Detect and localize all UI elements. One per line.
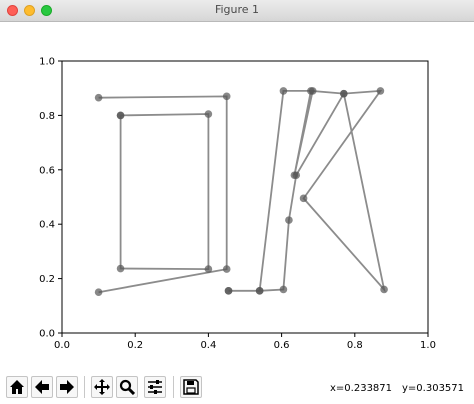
data-point <box>116 264 125 273</box>
x-coordinate-readout: x=0.233871 <box>330 383 393 394</box>
window-titlebar: Figure 1 <box>0 0 474 22</box>
forward-button[interactable] <box>56 376 78 398</box>
data-point <box>224 287 233 295</box>
forward-icon <box>60 380 74 394</box>
x-tick-label: 0.6 <box>274 340 290 351</box>
data-point <box>255 287 264 295</box>
zoom-button[interactable] <box>116 376 138 398</box>
x-tick-label: 0.4 <box>200 340 216 351</box>
plot-area[interactable]: 0.0 0.2 0.4 0.6 0.8 1.0 0.0 0.2 0.4 0.6 0.8 1.0 <box>0 22 474 367</box>
back-button[interactable] <box>31 376 53 398</box>
y-tick-label: 0.0 <box>39 329 55 340</box>
y-tick-label: 0.8 <box>39 111 55 122</box>
toolbar-separator <box>173 376 174 398</box>
configure-subplots-button[interactable] <box>144 376 166 398</box>
data-point <box>204 265 213 273</box>
y-tick-label: 0.6 <box>39 165 55 176</box>
data-point <box>204 110 213 118</box>
data-point <box>380 285 388 294</box>
data-point <box>94 288 103 297</box>
y-coordinate-readout: y=0.303571 <box>402 383 465 394</box>
data-point <box>222 92 231 101</box>
data-point <box>308 87 317 95</box>
save-icon <box>183 379 199 395</box>
data-point <box>299 194 308 203</box>
pan-button[interactable] <box>91 376 113 398</box>
save-button[interactable] <box>180 376 202 398</box>
data-point <box>279 87 288 95</box>
window-title: Figure 1 <box>214 3 260 16</box>
data-point <box>376 87 385 95</box>
data-point <box>94 93 103 102</box>
x-tick-label: 0.2 <box>127 340 143 351</box>
home-icon <box>10 380 24 394</box>
toolbar-separator <box>84 376 85 398</box>
x-tick-label: 0.0 <box>54 340 70 351</box>
zoom-icon <box>119 379 135 395</box>
data-point <box>285 216 293 224</box>
configure-icon <box>148 380 162 394</box>
back-icon <box>35 380 49 394</box>
home-button[interactable] <box>6 376 28 398</box>
y-tick-label: 1.0 <box>39 57 55 68</box>
y-tick-label: 0.4 <box>39 220 55 231</box>
x-tick-label: 0.8 <box>347 340 363 351</box>
data-point <box>116 111 125 120</box>
pan-icon <box>94 379 110 395</box>
data-point <box>340 89 348 98</box>
data-point <box>279 285 288 294</box>
y-tick-label: 0.2 <box>39 274 55 285</box>
navigation-toolbar: x=0.233871 y=0.303571 <box>0 370 474 404</box>
data-point <box>290 171 299 180</box>
data-point <box>222 265 231 273</box>
x-tick-label: 1.0 <box>420 340 436 351</box>
